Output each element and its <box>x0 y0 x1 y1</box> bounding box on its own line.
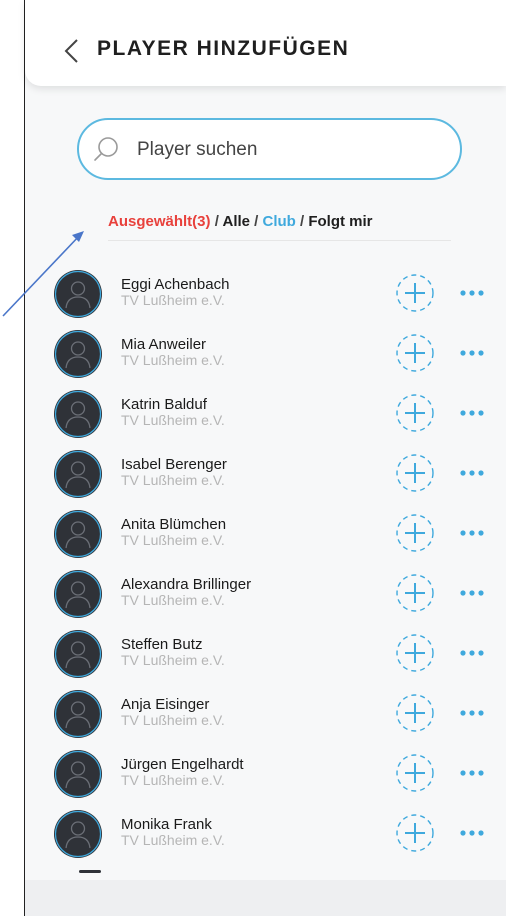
player-name: Anita Blümchen <box>121 516 227 533</box>
more-options-icon[interactable] <box>456 584 488 602</box>
search-bar[interactable] <box>77 118 462 180</box>
avatar <box>54 330 102 378</box>
app-header: PLAYER HINZUFÜGEN <box>25 0 506 86</box>
filter-tabs: Ausgewählt(3) / Alle / Club / Folgt mir <box>108 213 373 230</box>
add-player-button[interactable] <box>395 333 435 373</box>
add-player-button[interactable] <box>395 693 435 733</box>
player-club: TV Lußheim e.V. <box>121 412 225 428</box>
player-row[interactable]: Alexandra Brillinger TV Lußheim e.V. <box>25 570 506 628</box>
player-row[interactable]: Jürgen Engelhardt TV Lußheim e.V. <box>25 750 506 808</box>
player-name: Eggi Achenbach <box>121 276 230 293</box>
add-player-button[interactable] <box>395 813 435 853</box>
search-input[interactable] <box>135 134 439 166</box>
player-club: TV Lußheim e.V. <box>121 832 225 848</box>
player-row[interactable]: Monika Frank TV Lußheim e.V. <box>25 810 506 868</box>
avatar <box>54 510 102 558</box>
more-options-icon[interactable] <box>456 284 488 302</box>
page-title: PLAYER HINZUFÜGEN <box>97 37 350 60</box>
add-player-button[interactable] <box>395 393 435 433</box>
add-player-button[interactable] <box>395 753 435 793</box>
player-club: TV Lußheim e.V. <box>121 592 225 608</box>
user-icon <box>54 810 102 858</box>
player-club: TV Lußheim e.V. <box>121 532 225 548</box>
user-icon <box>54 330 102 378</box>
user-icon <box>54 750 102 798</box>
player-club: TV Lußheim e.V. <box>121 772 225 788</box>
more-options-icon[interactable] <box>456 404 488 422</box>
add-player-button[interactable] <box>395 633 435 673</box>
filter-divider <box>108 240 451 241</box>
user-icon <box>54 510 102 558</box>
filter-all[interactable]: Alle <box>222 213 250 230</box>
avatar <box>54 630 102 678</box>
user-icon <box>54 570 102 618</box>
add-player-button[interactable] <box>395 453 435 493</box>
bottom-bar <box>25 880 506 916</box>
more-options-icon[interactable] <box>456 344 488 362</box>
player-row[interactable]: Mia Anweiler TV Lußheim e.V. <box>25 330 506 388</box>
player-row[interactable]: Eggi Achenbach TV Lußheim e.V. <box>25 270 506 328</box>
more-options-icon[interactable] <box>456 644 488 662</box>
avatar <box>54 450 102 498</box>
avatar <box>54 810 102 858</box>
chevron-left-icon[interactable] <box>61 38 83 64</box>
phone-screen: PLAYER HINZUFÜGEN Ausgewählt(3) / Alle /… <box>25 0 506 916</box>
player-club: TV Lußheim e.V. <box>121 292 225 308</box>
user-icon <box>54 630 102 678</box>
player-club: TV Lußheim e.V. <box>121 652 225 668</box>
player-name: Monika Frank <box>121 816 212 833</box>
player-row[interactable]: Anita Blümchen TV Lußheim e.V. <box>25 510 506 568</box>
player-name: Katrin Balduf <box>121 396 207 413</box>
player-row[interactable]: Steffen Butz TV Lußheim e.V. <box>25 630 506 688</box>
player-name: Alexandra Brillinger <box>121 576 252 593</box>
player-name: Anja Eisinger <box>121 696 210 713</box>
player-club: TV Lußheim e.V. <box>121 352 225 368</box>
more-options-icon[interactable] <box>456 524 488 542</box>
more-options-icon[interactable] <box>456 704 488 722</box>
player-name: Isabel Berenger <box>121 456 227 473</box>
user-icon <box>54 450 102 498</box>
player-row[interactable]: Anja Eisinger TV Lußheim e.V. <box>25 690 506 748</box>
avatar <box>54 270 102 318</box>
more-options-icon[interactable] <box>456 824 488 842</box>
player-row[interactable]: Katrin Balduf TV Lußheim e.V. <box>25 390 506 448</box>
player-name: Jürgen Engelhardt <box>121 756 244 773</box>
search-icon <box>94 137 118 161</box>
user-icon <box>54 390 102 438</box>
avatar <box>54 570 102 618</box>
player-name: Steffen Butz <box>121 636 203 653</box>
avatar <box>54 750 102 798</box>
filter-separator: / <box>254 213 259 230</box>
add-player-button[interactable] <box>395 273 435 313</box>
filter-club[interactable]: Club <box>263 213 296 230</box>
player-name: Mia Anweiler <box>121 336 207 353</box>
add-player-button[interactable] <box>395 513 435 553</box>
user-icon <box>54 270 102 318</box>
more-options-icon[interactable] <box>456 464 488 482</box>
avatar <box>54 390 102 438</box>
list-item-cutoff <box>79 870 101 873</box>
add-player-button[interactable] <box>395 573 435 613</box>
avatar <box>54 690 102 738</box>
player-club: TV Lußheim e.V. <box>121 472 225 488</box>
more-options-icon[interactable] <box>456 764 488 782</box>
player-row[interactable]: Isabel Berenger TV Lußheim e.V. <box>25 450 506 508</box>
filter-following[interactable]: Folgt mir <box>308 213 372 230</box>
filter-selected[interactable]: Ausgewählt(3) <box>108 213 211 230</box>
player-club: TV Lußheim e.V. <box>121 712 225 728</box>
user-icon <box>54 690 102 738</box>
